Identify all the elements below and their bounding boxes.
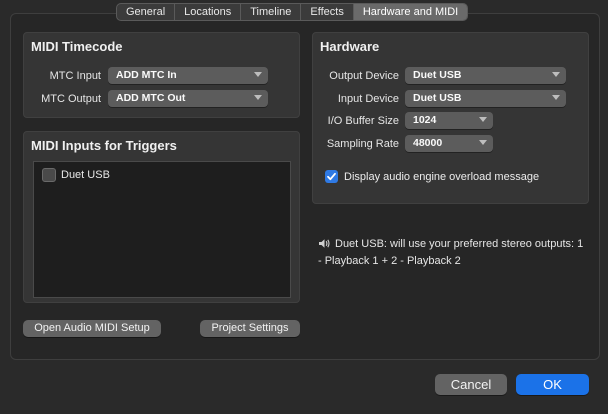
chevron-down-icon xyxy=(479,140,487,145)
hardware-group: Hardware Output Device Duet USB Input De… xyxy=(312,32,589,204)
sampling-rate-popup[interactable]: 48000 xyxy=(405,135,493,152)
overload-option[interactable]: Display audio engine overload message xyxy=(325,170,539,183)
ok-button[interactable]: OK xyxy=(516,374,589,395)
input-device-label: Input Device xyxy=(337,93,399,105)
mtc-output-value: ADD MTC Out xyxy=(116,92,186,104)
chevron-down-icon xyxy=(552,95,560,100)
tab-timeline[interactable]: Timeline xyxy=(241,4,302,20)
input-device-popup[interactable]: Duet USB xyxy=(405,90,566,107)
tab-general[interactable]: General xyxy=(117,4,176,20)
chevron-down-icon xyxy=(254,95,262,100)
overload-label: Display audio engine overload message xyxy=(344,170,540,183)
tab-locations[interactable]: Locations xyxy=(175,4,242,20)
mtc-input-label: MTC Input xyxy=(49,70,101,82)
tab-bar: General Locations Timeline Effects Hardw… xyxy=(116,3,469,21)
speaker-icon xyxy=(318,238,331,254)
buffer-size-label: I/O Buffer Size xyxy=(327,115,399,127)
midi-triggers-list[interactable]: Duet USB xyxy=(33,161,291,298)
buffer-size-value: 1024 xyxy=(413,114,437,126)
midi-timecode-title: MIDI Timecode xyxy=(31,39,123,54)
output-device-popup[interactable]: Duet USB xyxy=(405,67,566,84)
output-device-value: Duet USB xyxy=(413,69,462,81)
duet-usb-checkbox[interactable] xyxy=(42,168,56,182)
list-item-label: Duet USB xyxy=(61,169,110,181)
input-device-value: Duet USB xyxy=(413,92,462,104)
mtc-input-value: ADD MTC In xyxy=(116,69,177,81)
hardware-title: Hardware xyxy=(320,39,380,54)
sampling-rate-label: Sampling Rate xyxy=(326,138,399,150)
list-item[interactable]: Duet USB xyxy=(42,168,110,182)
open-audio-midi-setup-button[interactable]: Open Audio MIDI Setup xyxy=(23,320,161,337)
sampling-rate-value: 48000 xyxy=(413,137,443,149)
chevron-down-icon xyxy=(552,72,560,77)
tab-effects[interactable]: Effects xyxy=(301,4,354,20)
cancel-button[interactable]: Cancel xyxy=(435,374,507,395)
chevron-down-icon xyxy=(479,117,487,122)
midi-triggers-group: MIDI Inputs for Triggers Duet USB xyxy=(23,131,300,303)
checkmark-icon xyxy=(327,172,336,181)
mtc-output-popup[interactable]: ADD MTC Out xyxy=(108,90,268,107)
midi-triggers-title: MIDI Inputs for Triggers xyxy=(31,138,177,153)
midi-timecode-group: MIDI Timecode MTC Input ADD MTC In MTC O… xyxy=(23,32,300,118)
project-settings-button[interactable]: Project Settings xyxy=(200,320,300,337)
mtc-input-popup[interactable]: ADD MTC In xyxy=(108,67,268,84)
device-info-text: Duet USB: will use your preferred stereo… xyxy=(318,238,584,267)
tab-hardware-and-midi[interactable]: Hardware and MIDI xyxy=(353,4,468,20)
overload-checkbox[interactable] xyxy=(325,170,338,183)
device-info: Duet USB: will use your preferred stereo… xyxy=(318,237,586,269)
chevron-down-icon xyxy=(254,72,262,77)
mtc-output-label: MTC Output xyxy=(41,93,101,105)
buffer-size-popup[interactable]: 1024 xyxy=(405,112,493,129)
output-device-label: Output Device xyxy=(329,70,399,82)
